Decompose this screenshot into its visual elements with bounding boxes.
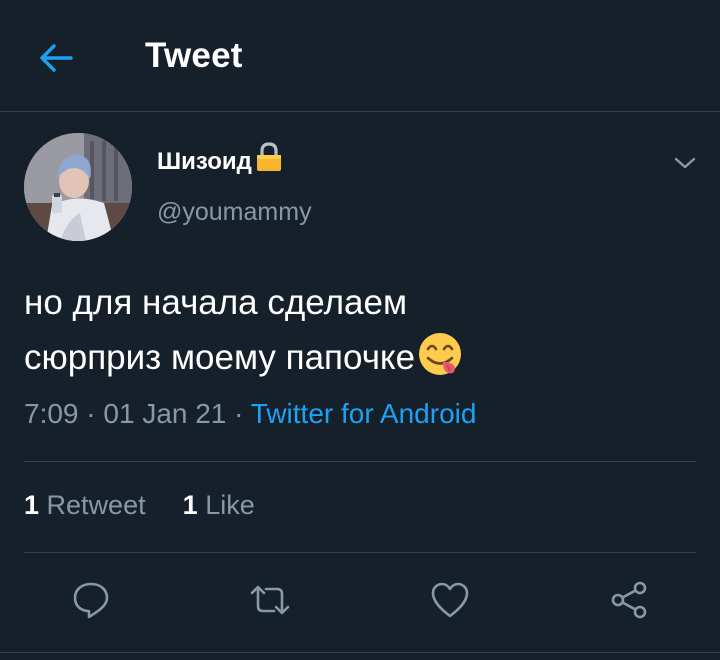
reply-button[interactable] xyxy=(69,578,113,622)
avatar[interactable] xyxy=(24,133,132,241)
tweet-date: 01 Jan 21 xyxy=(103,398,227,429)
retweet-button[interactable] xyxy=(248,578,292,622)
retweets-stat[interactable]: 1 Retweet xyxy=(24,490,146,520)
retweet-icon xyxy=(250,585,290,615)
retweets-label: Retweet xyxy=(46,490,146,520)
retweets-count: 1 xyxy=(24,490,40,520)
tweet-text-line-content: сюрприз моему папочке xyxy=(24,338,416,377)
tweet-time: 7:09 xyxy=(24,398,79,429)
share-button[interactable] xyxy=(607,578,651,622)
tweet-text-line: сюрприз моему папочке xyxy=(24,330,684,393)
like-button[interactable] xyxy=(428,578,472,622)
author-handle[interactable]: @youmammy xyxy=(157,198,312,227)
face-savoring-food-emoji-icon xyxy=(417,331,463,393)
tweet-meta: 7:09 · 01 Jan 21 · Twitter for Android xyxy=(24,398,476,430)
divider xyxy=(24,552,696,553)
likes-stat[interactable]: 1 Like xyxy=(183,490,255,520)
tweet-text-line: но для начала сделаем xyxy=(24,283,408,322)
share-icon xyxy=(611,581,647,619)
lock-emoji-icon xyxy=(255,142,283,177)
bottom-divider xyxy=(0,652,720,653)
like-icon xyxy=(431,582,469,618)
likes-count: 1 xyxy=(182,490,198,520)
meta-separator: · xyxy=(234,398,244,429)
tweet-stats: 1 Retweet 1 Like xyxy=(24,490,255,521)
meta-separator: · xyxy=(86,398,96,429)
back-button[interactable] xyxy=(34,38,78,78)
tweet-text: но для начала сделаем сюрприз моему папо… xyxy=(24,275,684,393)
more-options-button[interactable] xyxy=(668,148,702,178)
author-name-row[interactable]: Шизоид xyxy=(157,142,283,177)
tweet-source-link[interactable]: Twitter for Android xyxy=(251,398,477,429)
top-bar: Tweet xyxy=(0,0,720,112)
display-name: Шизоид xyxy=(157,147,252,175)
likes-label: Like xyxy=(205,490,255,520)
divider xyxy=(24,461,696,462)
arrow-left-icon xyxy=(40,44,73,72)
reply-icon xyxy=(73,582,109,619)
chevron-down-icon xyxy=(674,157,696,169)
page-title: Tweet xyxy=(145,36,243,75)
